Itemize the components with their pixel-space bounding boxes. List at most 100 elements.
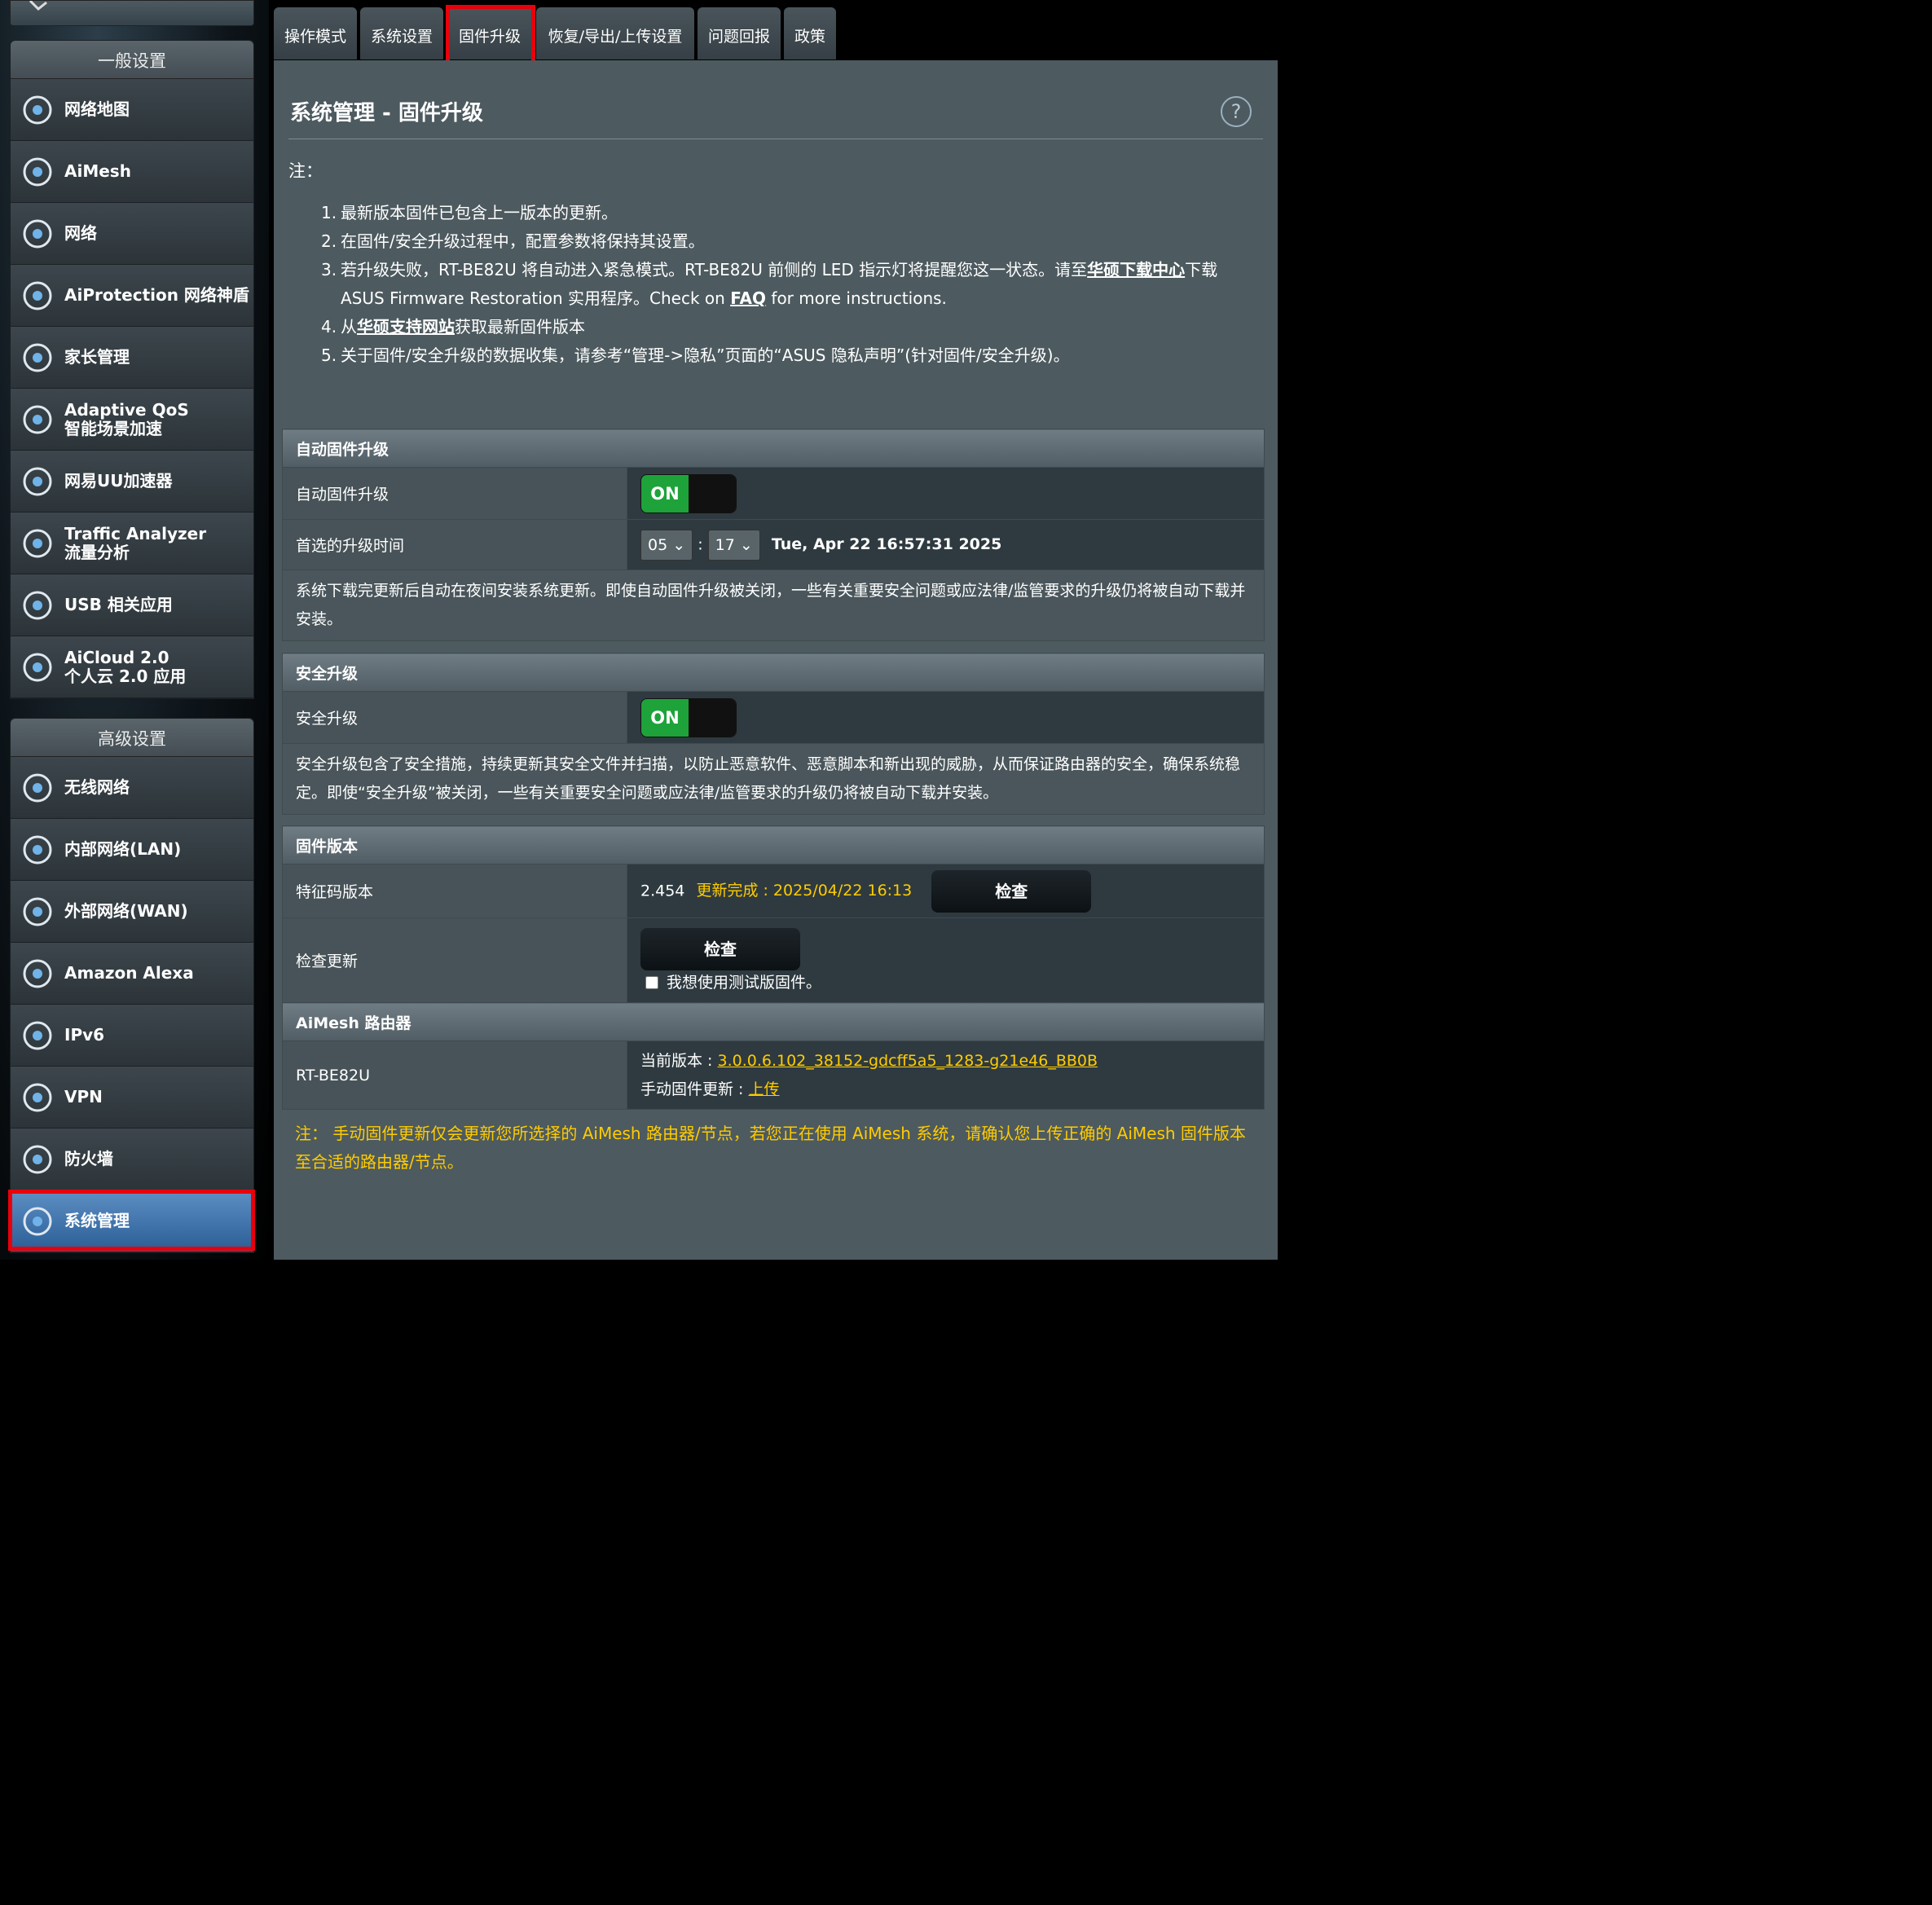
beta-firmware-label: 我想使用测试版固件。 — [667, 974, 822, 992]
manual-update-warning: 注： 手动固件更新仅会更新您所选择的 AiMesh 路由器/节点，若您正在使用 … — [295, 1124, 1246, 1172]
vpn-icon — [19, 1079, 56, 1116]
sidebar-item-label: IPv6 — [64, 1025, 105, 1045]
security-upgrade-header: 安全升级 — [282, 653, 1265, 692]
beta-firmware-checkbox[interactable] — [645, 976, 658, 989]
sidebar-item-network-map[interactable]: 网络地图 — [11, 79, 253, 141]
main-panel: 系统管理 - 固件升级 ? 注： 1. 最新版本固件已包含上一版本的更新。 2. 在… — [274, 60, 1278, 1260]
sidebar-item-lan[interactable]: 内部网络(LAN) — [11, 819, 253, 881]
tab-feedback[interactable]: 问题回报 — [698, 7, 781, 59]
wireless-icon — [19, 769, 56, 807]
current-datetime: Tue, Apr 22 16:57:31 2025 — [771, 535, 1002, 553]
security-upgrade-table: 安全升级 安全升级 ON 安全升级包含了安全措施，持续更新其安全文件并扫描，以防… — [282, 653, 1265, 815]
security-upgrade-label: 安全升级 — [282, 691, 627, 744]
sidebar-item-parental-control[interactable]: 家长管理 — [11, 327, 253, 389]
aimesh-router-header: AiMesh 路由器 — [282, 1002, 1265, 1041]
tab-policy[interactable]: 政策 — [784, 7, 836, 59]
tab-system-settings[interactable]: 系统设置 — [360, 7, 443, 59]
note-4: 4. 从华硕支持网站获取最新固件版本 — [321, 317, 585, 337]
sidebar-item-traffic-analyzer[interactable]: Traffic Analyzer 流量分析 — [11, 513, 253, 574]
sidebar-item-aimesh[interactable]: AiMesh — [11, 141, 253, 203]
sidebar-item-vpn[interactable]: VPN — [11, 1067, 253, 1128]
tab-operation-mode[interactable]: 操作模式 — [274, 7, 357, 59]
current-version-label: 当前版本 : — [640, 1051, 718, 1070]
sidebar-item-label: 网络地图 — [64, 99, 130, 119]
advanced-settings-group: 高级设置 无线网络内部网络(LAN) 外部网络(WAN) Amazon Alexa I… — [10, 718, 254, 1253]
page-title: 系统管理 - 固件升级 — [290, 101, 483, 125]
sidebar-item-label: VPN — [64, 1087, 103, 1106]
check-update-label: 检查更新 — [282, 917, 627, 1003]
sidebar-item-guest-network[interactable]: 网络 — [11, 203, 253, 265]
auto-upgrade-label: 自动固件升级 — [282, 467, 627, 520]
traffic-analyzer-icon — [19, 525, 56, 562]
guest-network-icon — [19, 215, 56, 253]
hour-select[interactable]: 05 ⌄ — [640, 529, 693, 561]
firewall-icon — [19, 1141, 56, 1178]
upgrade-time-label: 首选的升级时间 — [282, 519, 627, 570]
note-1: 1. 最新版本固件已包含上一版本的更新。 — [321, 203, 618, 222]
check-update-button[interactable]: 检查 — [640, 928, 800, 970]
qos-icon — [19, 401, 56, 438]
general-settings-header: 一般设置 — [11, 41, 253, 79]
auto-upgrade-toggle[interactable]: ON — [640, 473, 737, 513]
alexa-icon — [19, 955, 56, 992]
sidebar-item-label: 家长管理 — [64, 347, 130, 367]
sidebar-item-wan[interactable]: 外部网络(WAN) — [11, 881, 253, 943]
firmware-version-table: 固件版本 特征码版本 2.454 更新完成 : 2025/04/22 16:13… — [282, 825, 1265, 1110]
current-version-link[interactable]: 3.0.0.6.102_38152-gdcff5a5_1283-g21e46_B… — [717, 1052, 1098, 1070]
note-3: 3. 若升级失败，RT-BE82U 将自动进入紧急模式。RT-BE82U 前侧的… — [321, 260, 1218, 308]
faq-link[interactable]: FAQ — [730, 288, 766, 308]
auto-upgrade-desc: 系统下载完更新后自动在夜间安装系统更新。即使自动固件升级被关闭，一些有关重要安全… — [282, 570, 1265, 641]
manual-upgrade-label: 手动固件更新 : — [640, 1080, 749, 1098]
security-upgrade-toggle[interactable]: ON — [640, 697, 737, 737]
firmware-version-header: 固件版本 — [282, 825, 1265, 865]
sidebar-item-label: Adaptive QoS 智能场景加速 — [64, 399, 189, 438]
minute-select[interactable]: 17 ⌄ — [707, 529, 760, 561]
auto-upgrade-table: 自动固件升级 自动固件升级 ON 首选的升级时间 05 ⌄ : 17 ⌄ Tue… — [282, 429, 1265, 641]
sidebar-item-usb[interactable]: USB 相关应用 — [11, 574, 253, 636]
parental-control-icon — [19, 339, 56, 376]
sidebar-item-label: 外部网络(WAN) — [64, 901, 188, 921]
time-separator: : — [698, 535, 703, 553]
advanced-settings-header: 高级设置 — [11, 719, 253, 757]
sidebar-item-alexa[interactable]: Amazon Alexa — [11, 943, 253, 1005]
aiprotection-icon — [19, 277, 56, 315]
download-center-link[interactable]: 华硕下载中心 — [1087, 260, 1185, 279]
sidebar-item-label: 无线网络 — [64, 777, 130, 797]
lan-icon — [19, 831, 56, 869]
sidebar-item-label: 内部网络(LAN) — [64, 839, 182, 859]
notes-list: 1. 最新版本固件已包含上一版本的更新。 2. 在固件/安全升级过程中，配置参数将保… — [321, 199, 1258, 370]
signature-check-button[interactable]: 检查 — [931, 869, 1092, 913]
aimesh-icon — [19, 153, 56, 191]
ipv6-icon — [19, 1017, 56, 1054]
security-upgrade-desc: 安全升级包含了安全措施，持续更新其安全文件并扫描，以防止恶意软件、恶意脚本和新出… — [282, 743, 1265, 815]
signature-value: 2.454 — [640, 882, 685, 900]
note-2: 2. 在固件/安全升级过程中，配置参数将保持其设置。 — [321, 231, 705, 251]
usb-icon — [19, 587, 56, 624]
top-stub[interactable] — [10, 0, 254, 26]
note-5: 5. 关于固件/安全升级的数据收集，请参考“管理->隐私”页面的“ASUS 隐私声… — [321, 345, 1070, 365]
help-icon[interactable]: ? — [1221, 96, 1252, 127]
sidebar-item-label: Traffic Analyzer 流量分析 — [64, 523, 207, 562]
sidebar-item-qos[interactable]: Adaptive QoS 智能场景加速 — [11, 389, 253, 451]
tab-restore-save-upload[interactable]: 恢复/导出/上传设置 — [536, 7, 694, 59]
sidebar-item-aiprotection[interactable]: AiProtection 网络神盾 — [11, 265, 253, 327]
sidebar-item-ipv6[interactable]: IPv6 — [11, 1005, 253, 1067]
support-site-link[interactable]: 华硕支持网站 — [357, 317, 455, 337]
network-map-icon — [19, 91, 56, 129]
sidebar: 一般设置 网络地图 AiMesh 网络 AiProtection 网络神盾家长管理 Ad… — [0, 0, 269, 1260]
sidebar-item-label: USB 相关应用 — [64, 595, 173, 614]
sidebar-item-wireless[interactable]: 无线网络 — [11, 757, 253, 819]
sidebar-item-uu-accelerator[interactable]: 网易UU加速器 — [11, 451, 253, 513]
upload-link[interactable]: 上传 — [748, 1080, 779, 1098]
sidebar-item-firewall[interactable]: 防火墙 — [11, 1128, 253, 1190]
sidebar-item-label: 网络 — [64, 223, 97, 243]
sidebar-item-label: Amazon Alexa — [64, 963, 194, 983]
router-model: RT-BE82U — [282, 1040, 627, 1110]
signature-status: 更新完成 : 2025/04/22 16:13 — [696, 882, 913, 900]
signature-label: 特征码版本 — [282, 864, 627, 918]
active-tab-highlight — [446, 5, 535, 64]
chevron-down-icon: ⌄ — [739, 535, 753, 554]
wan-icon — [19, 893, 56, 931]
sidebar-item-aicloud[interactable]: AiCloud 2.0 个人云 2.0 应用 — [11, 636, 253, 698]
sidebar-item-label: AiMesh — [64, 161, 131, 181]
